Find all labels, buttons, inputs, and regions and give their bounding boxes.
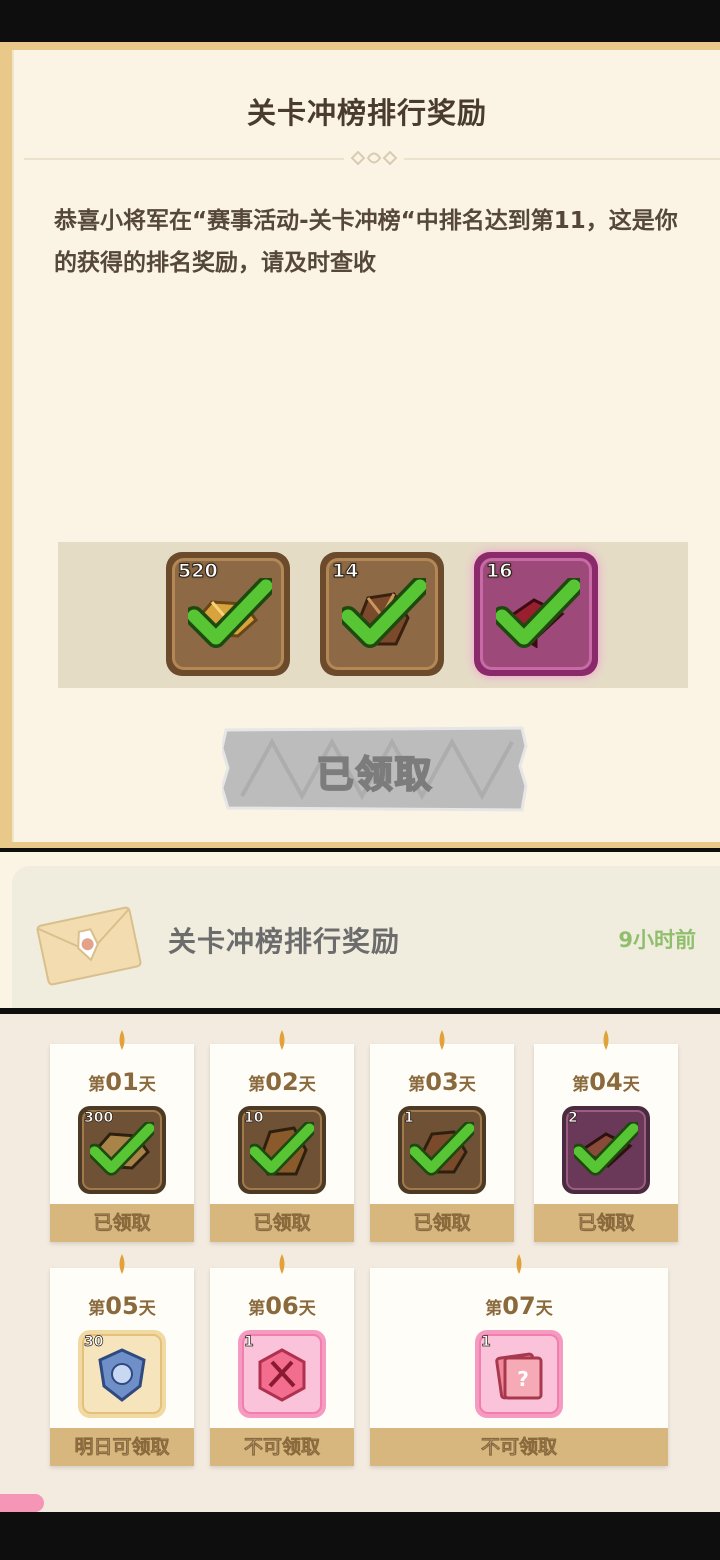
reward-quantity: 16 (485, 560, 513, 583)
check-icon (410, 1122, 474, 1176)
reward-icon: 10 (238, 1106, 326, 1194)
claim-status: 已领取 (370, 1204, 514, 1242)
reward-quantity: 1 (244, 1334, 254, 1351)
reward-item[interactable]: 520 (166, 552, 290, 676)
mail-detail-title: 关卡冲榜排行奖励 (246, 96, 487, 130)
check-icon (250, 1122, 314, 1176)
day-label: 第04天 (572, 1068, 640, 1096)
day-card[interactable]: 第02天 10 已领取 (210, 1030, 354, 1242)
claim-status: 明日可领取 (50, 1428, 194, 1466)
reward-icon: ? 1 (475, 1330, 563, 1418)
claimed-button[interactable]: 已领取 (222, 726, 528, 812)
claim-status: 已领取 (534, 1204, 678, 1242)
claim-status: 不可领取 (210, 1428, 354, 1466)
claim-status: 不可领取 (370, 1428, 668, 1466)
day-label: 第05天 (88, 1292, 156, 1320)
mail-paper: 关卡冲榜排行奖励 恭喜小将军在“赛事活动-关卡冲榜“中排名达到第11，这是你的获… (12, 50, 720, 842)
day-card[interactable]: 第07天 ? 1 不可领取 (370, 1254, 668, 1466)
pin-icon (119, 1030, 125, 1050)
reward-icon: 300 (78, 1106, 166, 1194)
day-label: 第02天 (248, 1068, 316, 1096)
pin-icon (516, 1254, 522, 1274)
bottom-bar (0, 1512, 720, 1560)
mail-list-time: 9小时前 (618, 928, 696, 952)
reward-quantity: 14 (331, 560, 359, 583)
claim-status: 已领取 (50, 1204, 194, 1242)
check-icon (496, 578, 580, 648)
mail-list-item[interactable]: 关卡冲榜排行奖励 9小时前 (12, 866, 720, 1008)
reward-item[interactable]: 16 (474, 552, 598, 676)
pin-icon (279, 1030, 285, 1050)
pin-icon (119, 1254, 125, 1274)
envelope-icon (36, 906, 142, 986)
check-icon (90, 1122, 154, 1176)
check-icon (188, 578, 272, 648)
day-card[interactable]: 第04天 2 已领取 (534, 1030, 678, 1242)
svg-text:?: ? (517, 1367, 529, 1391)
claim-status: 已领取 (210, 1204, 354, 1242)
mail-body-text: 恭喜小将军在“赛事活动-关卡冲榜“中排名达到第11，这是你的获得的排名奖励，请及… (54, 208, 678, 276)
reward-icon: 2 (562, 1106, 650, 1194)
day-card[interactable]: 第05天 30 明日可领取 (50, 1254, 194, 1466)
reward-quantity: 1 (404, 1110, 414, 1127)
reward-quantity: 30 (84, 1334, 104, 1351)
day-label: 第06天 (248, 1292, 316, 1320)
pin-icon (279, 1254, 285, 1274)
ornament-icon (344, 146, 404, 170)
mail-list-panel: 关卡冲榜排行奖励 9小时前 (0, 852, 720, 1008)
check-icon (574, 1122, 638, 1176)
day-label: 第03天 (408, 1068, 476, 1096)
crossed-swords-icon (258, 1348, 306, 1402)
mystery-card-pack-icon: ? (495, 1352, 543, 1400)
mail-detail-panel: 关卡冲榜排行奖励 恭喜小将军在“赛事活动-关卡冲榜“中排名达到第11，这是你的获… (0, 42, 720, 848)
reward-strip: 520 14 16 (58, 542, 688, 688)
check-icon (342, 578, 426, 648)
crest-emblem-icon (98, 1348, 146, 1402)
daily-signin-panel: 第01天 300 已领取 第02天 10 已领取 第03天 1 已领取 第04天… (0, 1014, 720, 1512)
reward-quantity: 520 (178, 560, 219, 583)
reward-item[interactable]: 14 (320, 552, 444, 676)
mail-list-title: 关卡冲榜排行奖励 (168, 925, 401, 958)
reward-quantity: 1 (481, 1334, 491, 1351)
day-card[interactable]: 第01天 300 已领取 (50, 1030, 194, 1242)
reward-quantity: 10 (244, 1110, 264, 1127)
reward-icon: 1 (238, 1330, 326, 1418)
reward-icon: 30 (78, 1330, 166, 1418)
reward-icon: 1 (398, 1106, 486, 1194)
pin-icon (603, 1030, 609, 1050)
reward-quantity: 2 (568, 1110, 578, 1127)
day-card[interactable]: 第03天 1 已领取 (370, 1030, 514, 1242)
day-card[interactable]: 第06天 1 不可领取 (210, 1254, 354, 1466)
pin-icon (439, 1030, 445, 1050)
side-tab[interactable] (0, 1494, 44, 1512)
day-label: 第07天 (485, 1292, 553, 1320)
claimed-button-label: 已领取 (316, 752, 434, 797)
day-label: 第01天 (88, 1068, 156, 1096)
reward-quantity: 300 (84, 1110, 114, 1127)
